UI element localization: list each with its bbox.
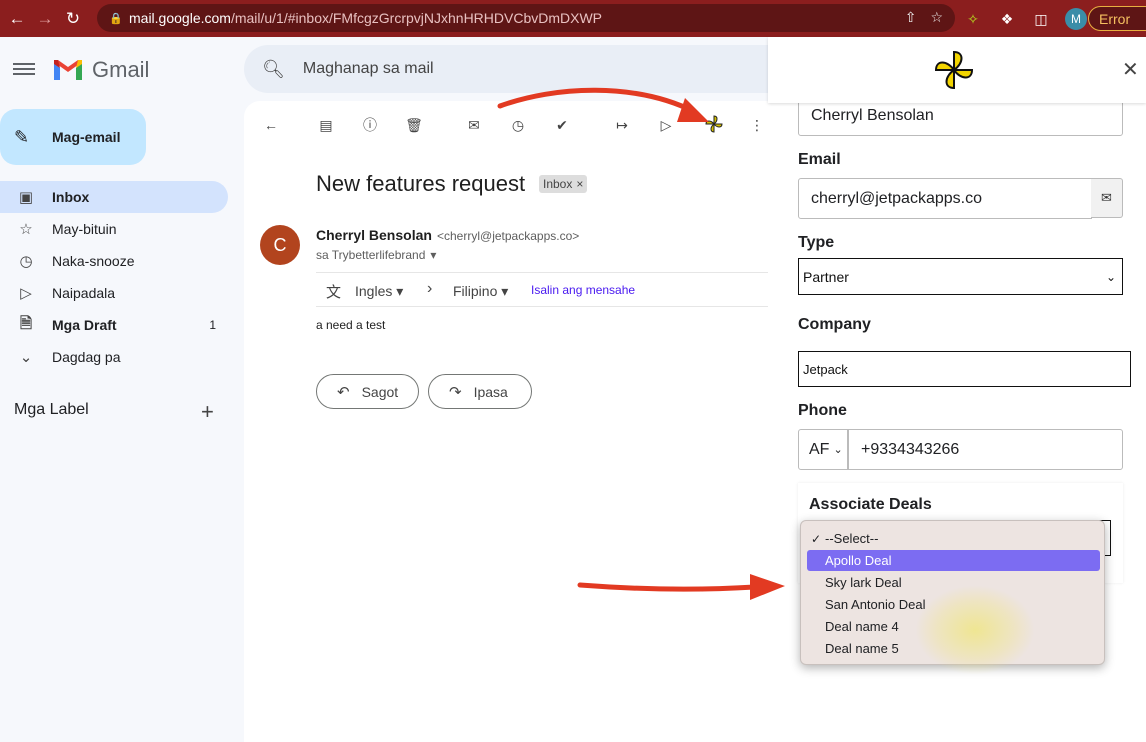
send-icon: ▷	[20, 285, 32, 302]
forward-button[interactable]: ↷ Ipasa	[428, 374, 532, 409]
report-spam-icon[interactable]: ⓘ	[361, 116, 379, 134]
email-compose-button[interactable]: ✉	[1091, 178, 1123, 218]
bookmark-star-icon[interactable]: ☆	[930, 9, 943, 26]
company-field[interactable]: Jetpack	[798, 351, 1131, 387]
chevron-down-icon: ⌄	[1105, 269, 1116, 284]
chevron-right-icon: ›	[427, 280, 433, 297]
annotation-arrow-bottom	[577, 574, 785, 600]
delete-icon[interactable]: 🗑︎	[405, 116, 423, 134]
pencil-icon: ✎	[14, 126, 30, 147]
panel-header: ✕	[768, 37, 1146, 103]
phone-field[interactable]: +9334343266	[848, 429, 1123, 470]
translate-icon: 文	[326, 284, 342, 301]
star-icon: ☆	[19, 221, 33, 238]
sender-avatar[interactable]: C	[260, 225, 300, 265]
reload-icon[interactable]: ↻	[62, 8, 84, 30]
error-button[interactable]: Error	[1088, 6, 1146, 31]
sidebar-item-snoozed[interactable]: ◷ Naka-snooze	[0, 245, 228, 277]
lock-icon: 🔒	[109, 12, 123, 25]
sidepanel-icon[interactable]: ◫	[1031, 9, 1051, 29]
chevron-down-icon: ⌄	[19, 349, 33, 366]
translate-bar: 文 Ingles ▾ › Filipino ▾ Isalin ang mensa…	[316, 272, 776, 307]
reply-button[interactable]: ↶ Sagot	[316, 374, 419, 409]
back-icon[interactable]: ←	[6, 8, 28, 30]
sidebar-nav: ▣ Inbox ☆ May-bituin ◷ Naka-snooze ▷ Nai…	[0, 181, 228, 373]
type-select[interactable]: Partner ⌄	[798, 258, 1123, 295]
forward-icon: ↷	[449, 383, 462, 401]
forward-icon[interactable]: →	[34, 8, 56, 30]
drafts-count: 1	[209, 318, 216, 332]
jetpack-extension-icon[interactable]: ✧	[963, 9, 983, 29]
email-label: Email	[798, 151, 841, 168]
translate-message-link[interactable]: Isalin ang mensahe	[531, 283, 635, 297]
phone-label: Phone	[798, 402, 847, 419]
gmail-m-icon	[54, 60, 82, 80]
type-label: Type	[798, 234, 835, 251]
chevron-down-icon[interactable]: ▾	[430, 248, 436, 262]
email-field[interactable]: cherryl@jetpackapps.co	[798, 178, 1092, 219]
sender-email: <cherryl@jetpackapps.co>	[437, 229, 580, 243]
puzzle-icon[interactable]: ❖	[997, 9, 1017, 29]
translate-from-select[interactable]: Ingles ▾	[355, 283, 403, 300]
message-subject: New features request	[316, 171, 526, 196]
country-code-select[interactable]: AF ⌄	[798, 429, 848, 470]
profile-avatar[interactable]: M	[1065, 8, 1087, 30]
sidebar-item-more[interactable]: ⌄ Dagdag pa	[0, 341, 228, 373]
sidebar-item-inbox[interactable]: ▣ Inbox	[0, 181, 228, 213]
share-icon[interactable]: ⇧	[905, 9, 917, 26]
back-arrow-icon[interactable]: ←	[262, 116, 280, 134]
add-label-icon[interactable]: +	[201, 399, 214, 425]
envelope-icon: ✉	[1101, 190, 1112, 205]
labels-heading: Mga Label	[14, 401, 89, 418]
compose-button[interactable]: ✎ Mag-email	[0, 109, 146, 165]
remove-label-icon[interactable]: ×	[576, 177, 583, 191]
cursor-highlight	[915, 585, 1035, 675]
check-icon: ✓	[811, 531, 822, 546]
inbox-icon: ▣	[18, 189, 34, 206]
message-pane	[244, 101, 804, 742]
jetpack-logo	[934, 50, 974, 90]
sidebar-item-sent[interactable]: ▷ Naipadala	[0, 277, 228, 309]
search-placeholder: Maghanap sa mail	[302, 60, 434, 77]
close-icon[interactable]: ✕	[1122, 57, 1139, 82]
chevron-down-icon: ⌄	[833, 444, 843, 456]
gmail-logo[interactable]: Gmail	[52, 57, 149, 83]
translate-to-select[interactable]: Filipino ▾	[453, 283, 508, 300]
message-body: a need a test	[316, 318, 386, 332]
address-bar[interactable]: 🔒 mail.google.com/mail/u/1/#inbox/FMfcgz…	[97, 4, 955, 32]
reply-icon: ↶	[337, 383, 350, 401]
deal-option[interactable]: Apollo Deal	[807, 550, 1100, 571]
archive-icon[interactable]: ▤	[317, 116, 335, 134]
sender-name[interactable]: Cherryl Bensolan	[316, 227, 432, 243]
inbox-label-chip[interactable]: Inbox ×	[539, 175, 588, 193]
company-label: Company	[798, 316, 871, 333]
sidebar-item-starred[interactable]: ☆ May-bituin	[0, 213, 228, 245]
annotation-arrow-top	[497, 87, 709, 122]
search-icon[interactable]: 🔍︎	[262, 59, 285, 80]
more-vert-icon[interactable]: ⋮	[748, 116, 766, 134]
browser-toolbar: ← → ↻ 🔒 mail.google.com/mail/u/1/#inbox/…	[0, 0, 1146, 37]
deal-option[interactable]: ✓ --Select--	[807, 528, 1100, 549]
recipient-line[interactable]: sa Trybetterlifebrand ▾	[316, 248, 436, 262]
clock-icon: ◷	[19, 253, 33, 270]
associate-deals-label: Associate Deals	[809, 496, 932, 513]
url-text: mail.google.com/mail/u/1/#inbox/FMfcgzGr…	[129, 10, 603, 26]
draft-icon: 🗎︎	[19, 314, 33, 332]
menu-icon[interactable]	[13, 60, 35, 78]
sidebar-item-drafts[interactable]: 🗎︎ Mga Draft 1	[0, 309, 228, 341]
mark-unread-icon[interactable]: ✉	[465, 116, 483, 134]
